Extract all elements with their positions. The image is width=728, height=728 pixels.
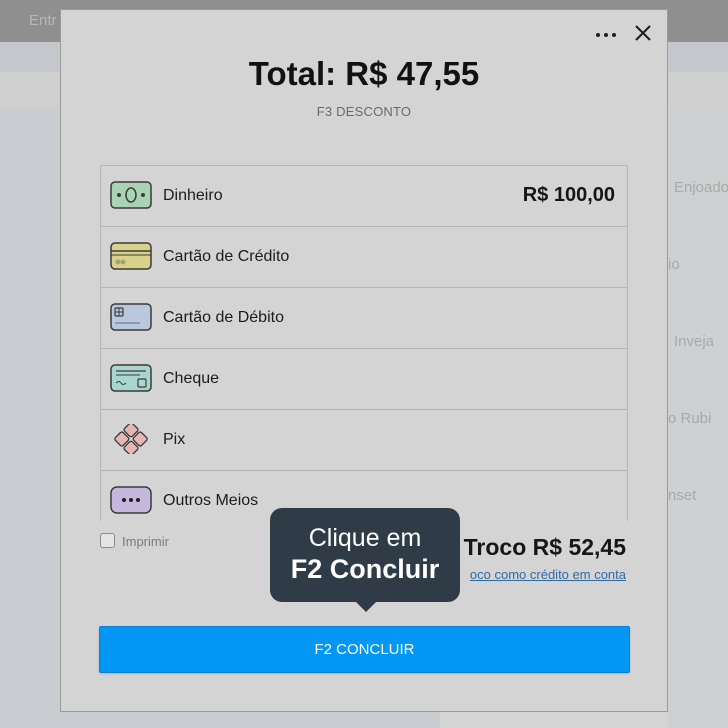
tooltip-line-2: F2 Concluir bbox=[290, 554, 440, 584]
background-list-item: io bbox=[668, 256, 680, 273]
background-list-item: Inveja bbox=[674, 333, 715, 350]
more-options-icon[interactable] bbox=[596, 27, 618, 41]
payment-method-credit-card[interactable]: Cartão de Crédito bbox=[101, 227, 627, 288]
change-as-credit-link[interactable]: oco como crédito em conta bbox=[470, 567, 626, 582]
print-checkbox[interactable] bbox=[100, 533, 115, 548]
payment-amount: R$ 100,00 bbox=[522, 184, 615, 206]
payment-method-label: Pix bbox=[163, 431, 186, 448]
background-list-item: nset bbox=[668, 487, 697, 504]
tooltip-arrow bbox=[354, 600, 378, 612]
change-amount: Troco R$ 52,45 bbox=[463, 534, 626, 560]
background-topbar-text: Entr bbox=[29, 12, 57, 29]
payment-method-debit-card[interactable]: Cartão de Débito bbox=[101, 288, 627, 349]
pix-icon bbox=[110, 422, 152, 456]
debit-card-icon bbox=[110, 302, 152, 332]
payment-method-label: Cartão de Débito bbox=[163, 309, 284, 326]
payment-method-list: Dinheiro R$ 100,00 Cartão de Crédito Car… bbox=[100, 165, 628, 521]
payment-method-cash[interactable]: Dinheiro R$ 100,00 bbox=[101, 166, 627, 227]
payment-method-label: Cartão de Crédito bbox=[163, 248, 290, 265]
payment-modal: Total: R$ 47,55 F3 DESCONTO Dinheiro R$ … bbox=[60, 9, 668, 712]
background-bottom bbox=[60, 712, 440, 728]
concluir-tooltip: Clique em F2 Concluir bbox=[270, 508, 460, 612]
confirm-button[interactable]: F2 CONCLUIR bbox=[99, 626, 630, 673]
payment-method-label: Dinheiro bbox=[163, 187, 223, 204]
background-left-panel bbox=[0, 110, 60, 728]
print-label: Imprimir bbox=[122, 534, 169, 549]
cash-icon bbox=[110, 180, 152, 210]
total-title: Total: R$ 47,55 bbox=[248, 55, 480, 92]
discount-link[interactable]: F3 DESCONTO bbox=[61, 104, 667, 119]
tooltip-line-1: Clique em bbox=[308, 524, 422, 552]
close-icon[interactable] bbox=[632, 22, 654, 44]
payment-method-label: Outros Meios bbox=[163, 492, 259, 509]
other-methods-icon bbox=[110, 485, 152, 515]
credit-card-icon bbox=[110, 241, 152, 271]
background-list-item: o Rubi bbox=[668, 410, 712, 427]
check-icon bbox=[110, 363, 152, 393]
payment-method-pix[interactable]: Pix bbox=[101, 410, 627, 471]
background-list-item: Enjoado bbox=[674, 179, 728, 196]
payment-method-check[interactable]: Cheque bbox=[101, 349, 627, 410]
payment-method-label: Cheque bbox=[163, 370, 220, 387]
